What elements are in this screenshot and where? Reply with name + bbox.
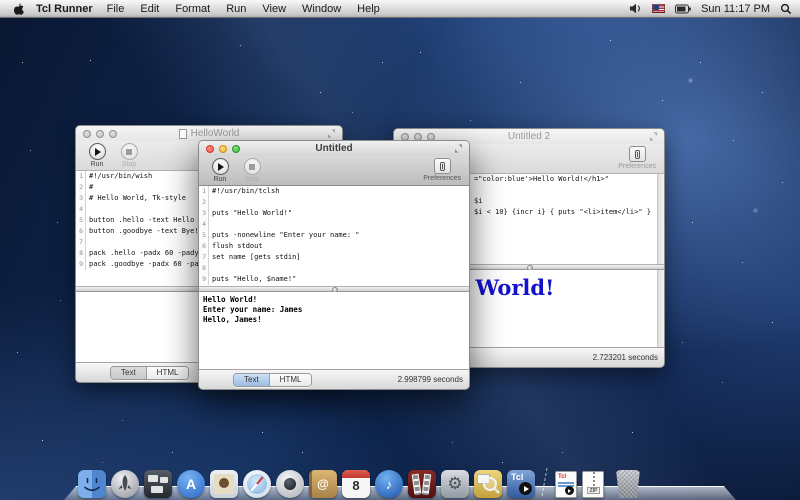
zip-archive-icon[interactable]: ZIP [582, 471, 604, 498]
run-button[interactable]: Run [82, 143, 112, 168]
trash-icon[interactable] [615, 470, 641, 498]
stop-button[interactable]: Stop [237, 158, 267, 183]
scrollbar[interactable] [657, 270, 664, 347]
tab-text[interactable]: Text [111, 367, 146, 379]
play-icon [95, 148, 101, 156]
menu-items: File Edit Format Run View Window Help [107, 3, 380, 15]
music-note-glyph: ♪ [386, 477, 393, 492]
stop-icon [249, 164, 255, 170]
toolbar-untitled: Run Stop Preferences [199, 156, 469, 186]
window-untitled: Untitled Run Stop Preferences 1#!/usr/bi… [198, 140, 470, 390]
elapsed-time: 2.998799 seconds [398, 375, 463, 384]
gear-glyph: ⚙ [447, 474, 462, 494]
preferences-button[interactable]: Preferences [423, 158, 461, 182]
battery-icon[interactable] [675, 4, 691, 14]
output-mode-segmented-control: Text HTML [233, 373, 312, 387]
mail-icon[interactable] [210, 470, 238, 498]
titlebar-untitled[interactable]: Untitled [199, 141, 469, 156]
close-button[interactable] [206, 145, 214, 153]
stop-icon [126, 149, 132, 155]
photo-booth-icon[interactable] [408, 470, 436, 498]
dock: A @ 8 ♪ ⚙ [64, 460, 736, 500]
bottombar-untitled: Text HTML 2.998799 seconds [199, 369, 469, 389]
safari-icon[interactable] [243, 470, 271, 498]
tcl-runner-dock-icon[interactable]: Tcl [507, 470, 535, 498]
run-button[interactable]: Run [205, 158, 235, 183]
loupe-glyph [474, 470, 502, 498]
fullscreen-icon[interactable] [327, 129, 336, 138]
window-title: HelloWorld [191, 128, 240, 139]
tab-html[interactable]: HTML [146, 367, 189, 379]
finder-icon[interactable] [78, 470, 106, 498]
fullscreen-icon[interactable] [454, 144, 463, 153]
code-editor-untitled[interactable]: 1#!/usr/bin/tclsh23puts "Hello World!"45… [199, 186, 469, 286]
play-icon [519, 482, 532, 495]
camera-lens [284, 478, 296, 490]
system-preferences-icon[interactable]: ⚙ [441, 470, 469, 498]
tab-html[interactable]: HTML [269, 374, 312, 386]
menu-item[interactable]: Run [226, 3, 246, 15]
menu-item[interactable]: Format [175, 3, 210, 15]
photo-strip [422, 474, 431, 495]
minimize-button[interactable] [219, 145, 227, 153]
preferences-icon [635, 150, 640, 159]
facetime-icon[interactable] [276, 470, 304, 498]
window-title: Untitled [315, 143, 352, 154]
menu-clock[interactable]: Sun 11:17 PM [701, 3, 770, 15]
apple-menu-icon[interactable] [12, 2, 26, 16]
output-pane-untitled[interactable]: Hello World!Enter your name: JamesHello,… [199, 292, 469, 369]
dock-separator [542, 468, 549, 496]
address-book-icon[interactable]: @ [309, 470, 337, 498]
window-title: Untitled 2 [508, 131, 550, 142]
zoom-button[interactable] [232, 145, 240, 153]
menu-app-name[interactable]: Tcl Runner [36, 3, 93, 15]
document-proxy-icon [179, 129, 187, 139]
menu-item[interactable]: Edit [140, 3, 159, 15]
calendar-day: 8 [342, 478, 370, 493]
menu-item[interactable]: Help [357, 3, 380, 15]
tcl-document-icon[interactable]: Tcl [555, 471, 577, 498]
rocket-glyph [111, 470, 139, 498]
fullscreen-icon[interactable] [649, 132, 658, 141]
play-icon [565, 486, 574, 495]
minimize-button[interactable] [96, 130, 104, 138]
play-icon [218, 163, 224, 171]
menu-item[interactable]: View [262, 3, 286, 15]
zip-label: ZIP [587, 487, 600, 494]
app-store-icon[interactable]: A [177, 470, 205, 498]
menu-item[interactable]: File [107, 3, 125, 15]
preferences-icon [440, 162, 445, 171]
calendar-icon[interactable]: 8 [342, 470, 370, 498]
traffic-lights [83, 130, 117, 138]
launchpad-icon[interactable] [111, 470, 139, 498]
menu-status-area: Sun 11:17 PM [629, 3, 792, 15]
itunes-icon[interactable]: ♪ [375, 470, 403, 498]
output-mode-segmented-control: Text HTML [110, 366, 189, 380]
close-button[interactable] [83, 130, 91, 138]
menu-bar: Tcl Runner File Edit Format Run View Window He… [0, 0, 800, 18]
tab-text[interactable]: Text [234, 374, 269, 386]
menu-item[interactable]: Window [302, 3, 341, 15]
preferences-button[interactable]: Preferences [618, 146, 656, 170]
input-language-flag-icon[interactable] [652, 4, 665, 13]
finder-face [78, 470, 106, 498]
scrollbar[interactable] [657, 174, 664, 264]
titlebar-helloworld[interactable]: HelloWorld [76, 126, 342, 141]
stamp-eagle [219, 478, 229, 488]
spotlight-icon[interactable] [780, 3, 792, 15]
calendar-header [342, 470, 370, 478]
zoom-button[interactable] [109, 130, 117, 138]
elapsed-time: 2.723201 seconds [593, 353, 658, 362]
preview-icon[interactable] [474, 470, 502, 498]
stop-button[interactable]: Stop [114, 143, 144, 168]
dock-icons: A @ 8 ♪ ⚙ [78, 468, 641, 498]
mission-control-icon[interactable] [144, 470, 172, 498]
traffic-lights [206, 145, 240, 153]
volume-icon[interactable] [629, 3, 642, 14]
desktop: Tcl Runner File Edit Format Run View Window He… [0, 0, 800, 500]
photo-strip [412, 474, 422, 495]
